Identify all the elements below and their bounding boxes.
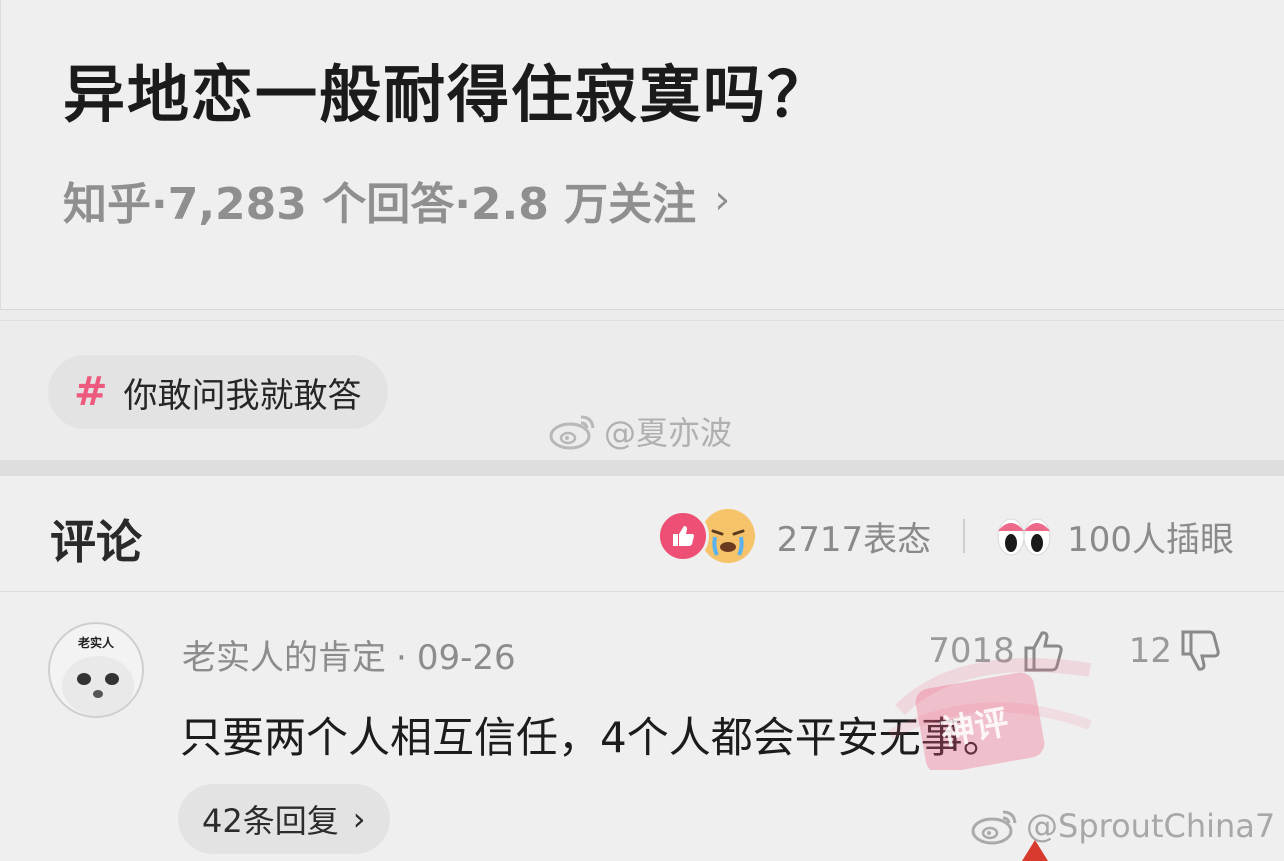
watermark-bottom-text: @SproutChina7 — [1026, 807, 1276, 845]
like-count: 7018 — [928, 631, 1015, 671]
eyes-count: 100人插眼 — [1067, 519, 1234, 560]
like-reaction-icon — [656, 510, 709, 562]
watermark-bottom: @SproutChina7 — [970, 806, 1275, 846]
comments-title: 评论 — [50, 515, 142, 569]
red-mark — [1022, 840, 1048, 861]
comment-date: 09-26 — [416, 638, 516, 678]
replies-label: 42条回复 — [202, 802, 339, 840]
reaction-count: 2717表态 — [776, 519, 932, 560]
dislike-count: 12 — [1128, 631, 1172, 671]
thumbs-down-icon[interactable] — [1180, 628, 1224, 674]
eyes-icon — [995, 513, 1053, 559]
question-card: 异地恋一般耐得住寂寞吗？ 知乎·7,283 个回答·2.8 万关注 › — [0, 0, 1284, 310]
comments-header: 评论 2717表态 100人插眼 — [0, 476, 1284, 592]
weibo-logo-icon — [549, 415, 595, 450]
weibo-logo-icon — [971, 810, 1017, 845]
section-divider — [0, 460, 1284, 476]
cry-reaction-icon — [700, 509, 755, 563]
chevron-right-icon: › — [352, 800, 366, 838]
question-meta[interactable]: 知乎·7,283 个回答·2.8 万关注 › — [63, 168, 730, 232]
reactions-bar[interactable]: 2717表态 100人插眼 — [656, 506, 1234, 566]
replies-button[interactable]: 42条回复 › — [178, 784, 390, 854]
thumbs-up-icon[interactable] — [1023, 628, 1067, 674]
comment-meta: 老实人的肯定 · 09-26 — [182, 630, 516, 679]
topic-label: 你敢问我就敢答 — [123, 375, 362, 416]
comment-body: 只要两个人相互信任，4个人都会平安无事。 — [180, 713, 1005, 762]
topic-chip[interactable]: # 你敢问我就敢答 — [48, 355, 388, 429]
hash-icon: # — [74, 369, 108, 415]
comment-author[interactable]: 老实人的肯定 — [182, 638, 386, 678]
avatar[interactable]: 老实人 — [48, 622, 144, 718]
chevron-right-icon: › — [714, 177, 731, 223]
question-meta-text: 知乎·7,283 个回答·2.8 万关注 — [63, 179, 697, 230]
watermark-top-text: @夏亦波 — [604, 414, 733, 452]
watermark-top: @夏亦波 — [548, 408, 732, 454]
meta-dot: · — [396, 638, 407, 678]
comment-votes: 7018 12 — [928, 624, 1224, 678]
reactions-separator — [963, 519, 966, 553]
question-title[interactable]: 异地恋一般耐得住寂寞吗？ — [63, 44, 831, 134]
